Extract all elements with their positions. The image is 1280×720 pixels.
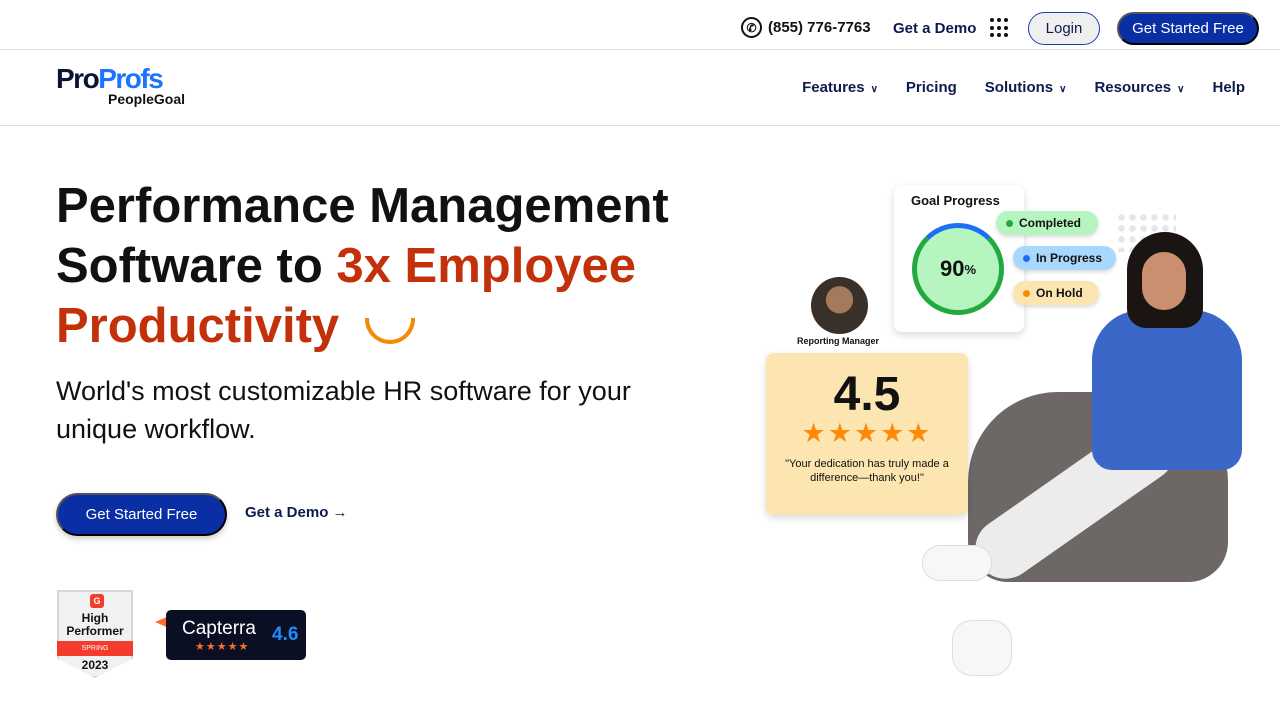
login-button[interactable]: Login [1028, 12, 1100, 45]
g2-year: 2023 [81, 658, 109, 672]
manager-avatar [811, 277, 868, 334]
manager-label: Reporting Manager [797, 336, 880, 346]
main-nav: ProProfs PeopleGoal Features ∨ Pricing So… [0, 51, 1280, 126]
chevron-down-icon: ∨ [1177, 84, 1185, 95]
person-face [1142, 252, 1186, 310]
rating-stars: ★★★★★ [801, 418, 933, 448]
hero-line2: Software to [56, 239, 337, 293]
rating-quote: "Your dedication has truly made a differ… [785, 458, 949, 484]
top-bar: ✆ (855) 776-7763 Get a Demo Login Get Sta… [0, 0, 1280, 50]
proprofs-logo[interactable]: ProProfs PeopleGoal [56, 63, 186, 108]
nav-features[interactable]: Features ∨ [802, 79, 878, 96]
hero-line3: Productivity [56, 299, 340, 353]
chevron-down-icon: ∨ [870, 84, 878, 95]
logo-profs: Profs [98, 63, 164, 94]
nav-label: Pricing [905, 79, 957, 96]
capterra-name: Capterra [182, 618, 256, 639]
goal-percent: 90 [939, 256, 965, 281]
g2-title2: Performer [66, 624, 124, 638]
top-get-started-button[interactable]: Get Started Free [1117, 12, 1259, 45]
get-started-button[interactable]: Get Started Free [56, 493, 227, 536]
top-get-demo-link[interactable]: Get a Demo [893, 20, 976, 37]
chevron-down-icon: ∨ [1059, 84, 1067, 95]
rating-value: 4.5 [833, 368, 901, 421]
status-in-progress: In Progress [1013, 246, 1116, 270]
g2-season: SPRING [57, 641, 133, 656]
apps-grid-icon[interactable] [990, 18, 1010, 38]
get-demo-link[interactable]: Get a Demo → [245, 504, 348, 521]
goal-progress-card: Goal Progress 90% [894, 185, 1024, 332]
nav-pricing[interactable]: Pricing [906, 79, 957, 96]
nav-label: Solutions [984, 79, 1054, 96]
shoe-illustration [952, 620, 1012, 676]
smile-icon [365, 318, 416, 344]
phone-icon: ✆ [741, 17, 762, 38]
status-label: In Progress [1036, 251, 1103, 265]
status-completed: Completed [996, 211, 1098, 235]
logo-product: PeopleGoal [108, 91, 186, 107]
logo-pro: Pro [56, 63, 100, 94]
nav-help[interactable]: Help [1212, 79, 1245, 96]
hero-line1: Performance Management [56, 179, 669, 233]
nav-resources[interactable]: Resources ∨ [1094, 79, 1184, 96]
capterra-stars: ★★★★★ [195, 641, 250, 653]
goal-progress-ring: 90% [912, 223, 1004, 315]
rating-card: 4.5 ★★★★★ "Your dedication has truly mad… [766, 353, 968, 515]
nav-label: Resources [1094, 79, 1172, 96]
nav-solutions[interactable]: Solutions ∨ [985, 79, 1067, 96]
hero-subtitle: World's most customizable HR software fo… [56, 376, 631, 444]
goal-unit: % [964, 261, 977, 277]
nav-label: Features [802, 79, 865, 96]
shoe-illustration [922, 545, 992, 581]
hero-highlight: 3x Employee [336, 239, 637, 293]
phone-link[interactable]: ✆ (855) 776-7763 [741, 17, 871, 38]
status-label: Completed [1019, 216, 1082, 230]
phone-number: (855) 776-7763 [768, 19, 871, 36]
status-on-hold: On Hold [1013, 281, 1099, 305]
hero-title: Performance Management Software to 3x Em… [56, 176, 669, 356]
capterra-badge: Capterra ★★★★★ 4.6 [166, 610, 306, 660]
nav-label: Help [1212, 79, 1245, 96]
g2-badge: G High Performer SPRING 2023 [57, 590, 133, 678]
status-label: On Hold [1036, 286, 1083, 300]
person-illustration [1092, 310, 1242, 470]
g2-logo: G [90, 594, 104, 608]
capterra-score: 4.6 [272, 624, 299, 645]
goal-title: Goal Progress [911, 193, 1000, 208]
